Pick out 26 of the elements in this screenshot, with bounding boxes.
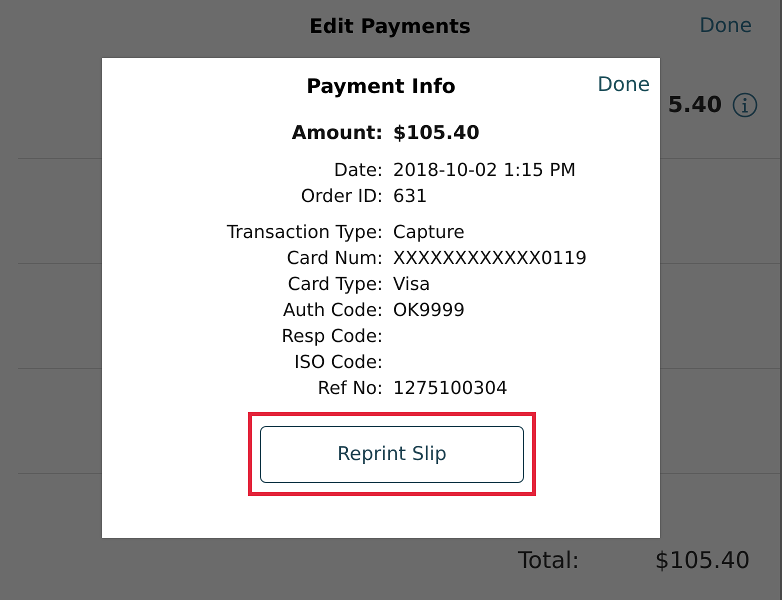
field-value: Visa [393,273,432,297]
reprint-slip-button[interactable]: Reprint Slip [260,426,524,482]
payment-amount: 5.40 [668,92,722,118]
field-value: XXXXXXXXXXXX0119 [393,247,588,271]
field-value: 2018-10-02 1:15 PM [393,159,577,183]
total-label: Total: [518,548,580,574]
field-label: Auth Code: [282,299,383,323]
field-value: OK9999 [393,299,466,323]
field-label: Resp Code: [282,325,383,349]
field-label: ISO Code: [294,351,383,375]
field-value: 1275100304 [393,377,509,401]
field-value: 631 [393,185,428,209]
field-value: $105.40 [393,121,481,146]
field-value: Capture [393,221,466,245]
done-button[interactable]: Done [597,72,650,96]
field-label: Ref No: [318,377,383,401]
field-label: Card Type: [288,273,383,297]
field-label: Transaction Type: [226,221,383,245]
field-label: Card Num: [286,247,383,271]
field-label: Order ID: [300,185,383,209]
total-value: $105.40 [654,548,750,574]
dialog-title: Payment Info [306,74,456,98]
field-label: Date: [334,159,383,183]
screen-title: Edit Payments [309,14,471,38]
field-label: Amount: [292,121,383,146]
info-icon[interactable] [732,92,758,118]
